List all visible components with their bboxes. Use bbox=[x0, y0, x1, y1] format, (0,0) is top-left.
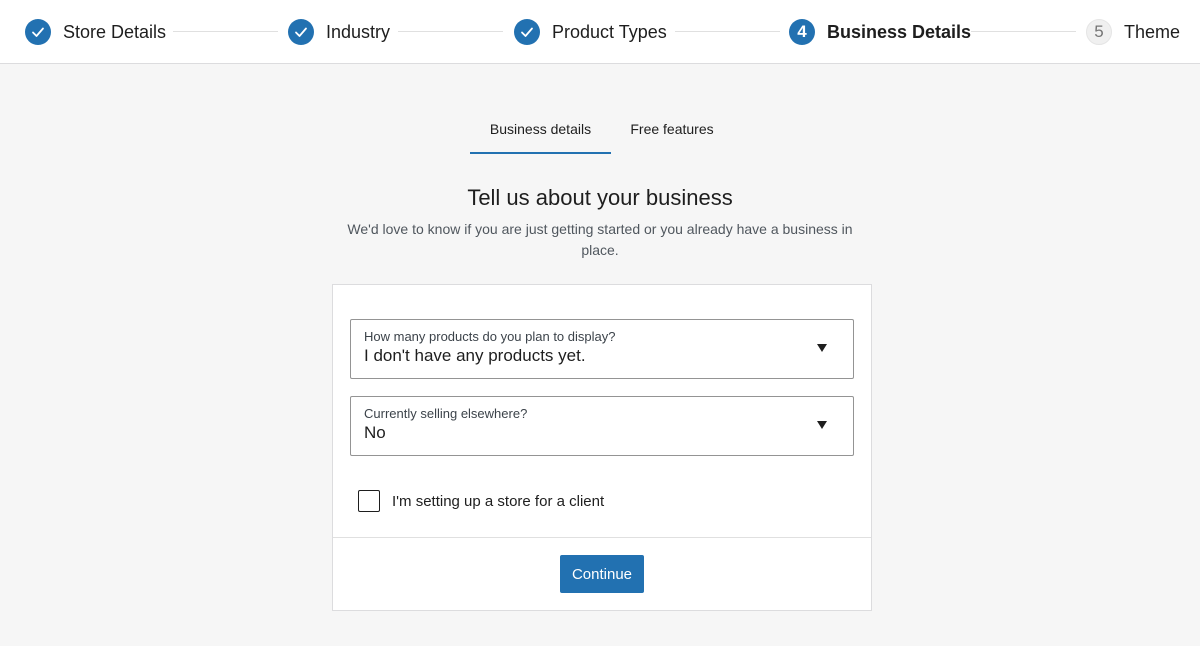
step-connector bbox=[173, 31, 278, 32]
tab-bar: Business details Free features bbox=[470, 104, 733, 154]
step-connector bbox=[971, 31, 1076, 32]
select-value: No bbox=[364, 423, 386, 442]
step-label: Theme bbox=[1124, 21, 1181, 42]
step-industry[interactable]: Industry bbox=[288, 18, 390, 46]
step-label: Industry bbox=[326, 21, 391, 42]
caret-down-icon bbox=[817, 421, 827, 429]
check-icon bbox=[25, 19, 51, 45]
select-label: Currently selling elsewhere? bbox=[364, 406, 528, 421]
tab-free-features[interactable]: Free features bbox=[611, 104, 733, 154]
client-store-checkbox[interactable] bbox=[358, 490, 380, 512]
caret-down-icon bbox=[817, 344, 827, 352]
step-label: Store Details bbox=[63, 21, 167, 42]
step-label: Business Details bbox=[827, 21, 972, 42]
select-label: How many products do you plan to display… bbox=[364, 329, 616, 344]
checkbox-label: I'm setting up a store for a client bbox=[392, 492, 605, 510]
select-value: I don't have any products yet. bbox=[364, 346, 586, 365]
step-business-details: 4 Business Details bbox=[789, 18, 971, 46]
step-number-badge: 5 bbox=[1086, 19, 1112, 45]
step-theme: 5 Theme bbox=[1086, 18, 1180, 46]
selling-elsewhere-select[interactable]: Currently selling elsewhere? No bbox=[350, 396, 854, 456]
card-divider bbox=[333, 537, 871, 538]
check-icon bbox=[288, 19, 314, 45]
tab-business-details[interactable]: Business details bbox=[470, 104, 611, 154]
step-connector bbox=[398, 31, 503, 32]
step-connector bbox=[675, 31, 780, 32]
page-subtitle: We'd love to know if you are just gettin… bbox=[347, 221, 853, 258]
check-icon bbox=[514, 19, 540, 45]
products-count-select[interactable]: How many products do you plan to display… bbox=[350, 319, 854, 379]
step-label: Product Types bbox=[552, 21, 667, 42]
step-number: 4 bbox=[797, 22, 807, 41]
step-product-types[interactable]: Product Types bbox=[514, 18, 667, 46]
step-number-badge: 4 bbox=[789, 19, 815, 45]
client-store-option[interactable]: I'm setting up a store for a client bbox=[358, 490, 604, 512]
setup-stepper: Store Details Industry Product Types 4 B… bbox=[0, 0, 1200, 64]
page-title: Tell us about your business bbox=[467, 185, 733, 210]
business-details-card: How many products do you plan to display… bbox=[332, 284, 872, 611]
continue-button[interactable]: Continue bbox=[560, 555, 644, 593]
step-number: 5 bbox=[1094, 22, 1104, 41]
step-store-details[interactable]: Store Details bbox=[25, 18, 166, 46]
